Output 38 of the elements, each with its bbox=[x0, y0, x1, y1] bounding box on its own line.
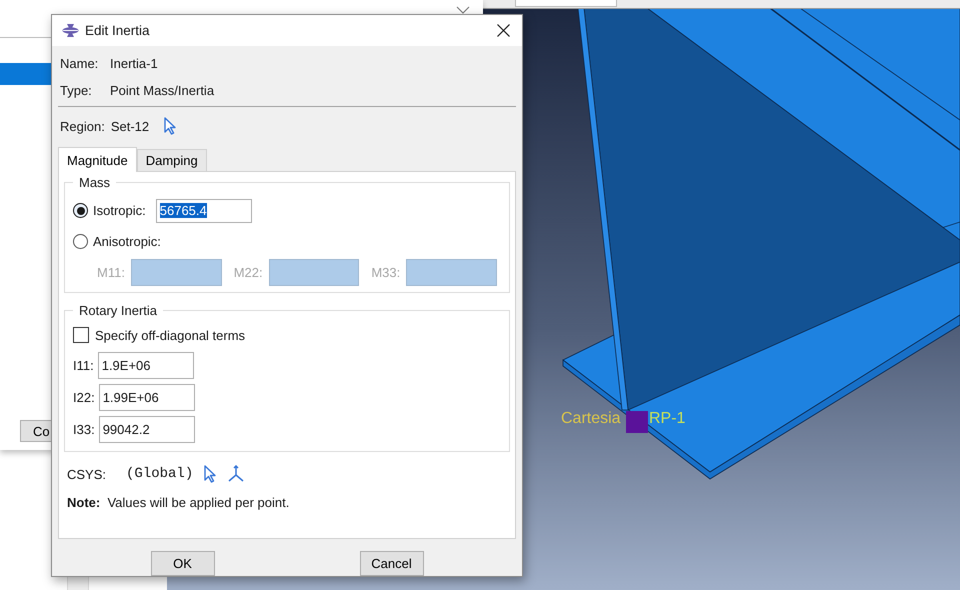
csys-label: Cartesia bbox=[561, 410, 621, 427]
region-label: Region: bbox=[60, 118, 105, 134]
dialog-button[interactable]: OK bbox=[150, 551, 214, 576]
cursor-icon[interactable] bbox=[163, 117, 178, 135]
reference-point-label: RP-1 bbox=[649, 410, 686, 427]
csys-label: CSYS: bbox=[67, 466, 106, 482]
field-label: Name: bbox=[60, 56, 100, 71]
tab[interactable]: Damping bbox=[136, 149, 207, 171]
inertia-input[interactable]: 1.99E+06 bbox=[98, 384, 195, 410]
tab[interactable]: Magnitude bbox=[58, 147, 137, 172]
inertia-input[interactable]: 1.9E+06 bbox=[98, 352, 194, 378]
toolbar-field[interactable] bbox=[515, 0, 617, 7]
radio-label: Isotropic: bbox=[93, 203, 146, 218]
radio-label: Anisotropic: bbox=[93, 234, 161, 249]
mass-input[interactable]: 56765.4 bbox=[156, 198, 252, 222]
region-value: Set-12 bbox=[110, 118, 150, 134]
axes-icon[interactable] bbox=[227, 465, 246, 483]
close-icon[interactable] bbox=[497, 24, 510, 37]
group-title: Rotary Inertia bbox=[73, 303, 164, 318]
field-label: Type: bbox=[60, 83, 93, 98]
chevron-icon[interactable] bbox=[456, 6, 470, 14]
radio-button[interactable] bbox=[73, 234, 88, 249]
group-title: Mass bbox=[73, 175, 116, 190]
cursor-icon[interactable] bbox=[203, 465, 218, 483]
component-label: M33: bbox=[371, 265, 400, 280]
app-icon bbox=[62, 22, 79, 39]
inertia-input[interactable]: 99042.2 bbox=[98, 416, 195, 442]
checkbox[interactable] bbox=[73, 327, 89, 343]
inertia-label: I33: bbox=[73, 422, 95, 436]
component-label: M22: bbox=[234, 265, 263, 280]
field-value: Inertia-1 bbox=[110, 56, 158, 71]
inertia-label: I11: bbox=[73, 358, 94, 372]
dialog-button[interactable]: Cancel bbox=[360, 551, 424, 576]
window-title: Edit Inertia bbox=[85, 23, 151, 38]
reference-point-marker[interactable] bbox=[626, 411, 648, 433]
radio-button[interactable] bbox=[73, 203, 88, 218]
component-label: M11: bbox=[97, 265, 125, 280]
inertia-label: I22: bbox=[73, 390, 95, 404]
